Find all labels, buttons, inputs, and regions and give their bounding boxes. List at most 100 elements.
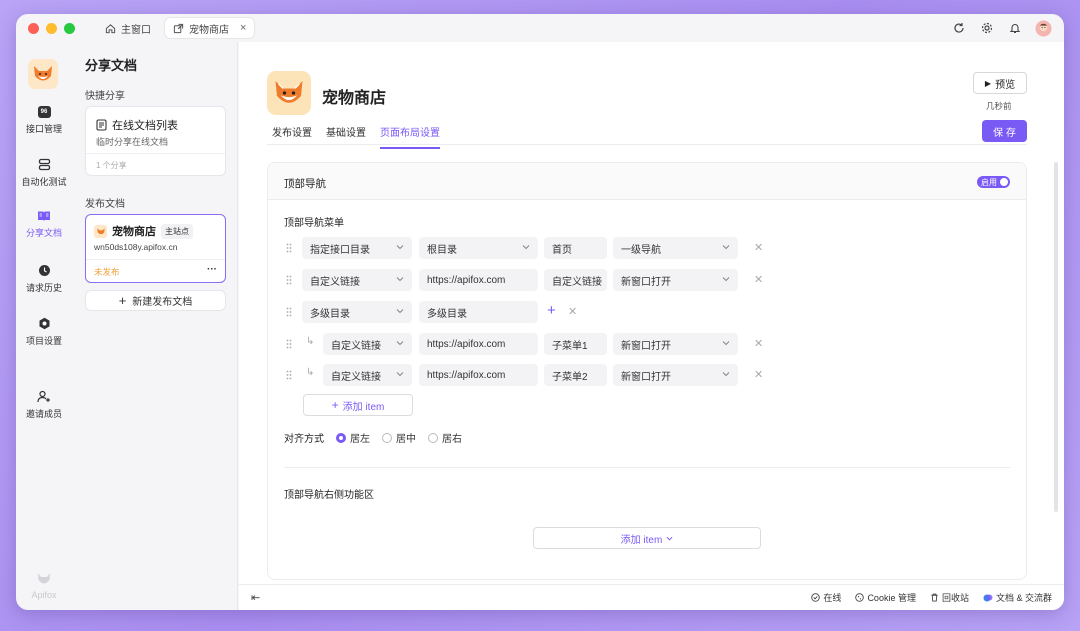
rail-item-invite-members[interactable]: 邀请成员 [16, 390, 72, 420]
menu-label: 顶部导航菜单 [284, 218, 344, 229]
button-label: 添加 item [342, 401, 385, 413]
close-tab-icon[interactable]: × [240, 22, 246, 34]
name-input[interactable]: 多级目录 [419, 301, 538, 323]
add-submenu-icon[interactable]: + [547, 302, 556, 319]
drag-handle-icon[interactable] [286, 243, 292, 253]
type-select[interactable]: 自定义链接 [323, 364, 412, 386]
rail-item-request-history[interactable]: 请求历史 [16, 264, 72, 294]
name-input[interactable]: 自定义链接 [544, 269, 607, 291]
delete-row-icon[interactable]: ✕ [754, 368, 763, 381]
align-label: 对齐方式 [284, 434, 324, 445]
radio-circle [336, 432, 346, 443]
cookie-icon [855, 593, 865, 602]
home-icon [105, 23, 116, 33]
check-circle-icon [811, 593, 821, 602]
menu-row: 多级目录 多级目录 + ✕ [268, 301, 1028, 323]
target-input[interactable]: https://apifox.com [419, 364, 538, 386]
drag-handle-icon[interactable] [286, 339, 292, 349]
chevron-down-icon [666, 536, 673, 540]
cookie-manager[interactable]: Cookie 管理 [855, 591, 916, 604]
trash-bin[interactable]: 回收站 [930, 591, 969, 604]
chevron-down-icon [722, 245, 730, 250]
rail-label: 请求历史 [25, 283, 62, 293]
name-input[interactable]: 子菜单2 [544, 364, 607, 386]
select-value: 新窗口打开 [621, 340, 671, 352]
mode-select[interactable]: 一级导航 [613, 237, 738, 259]
collapse-sidebar-icon[interactable]: ⇤ [251, 591, 260, 604]
tab-layout-settings[interactable]: 页面布局设置 [380, 124, 440, 149]
rail-item-share-docs[interactable]: 分享文档 [16, 210, 72, 239]
submenu-row: ↳ 自定义链接 https://apifox.com 子菜单2 新窗口打开 ✕ [268, 364, 1028, 386]
delete-row-icon[interactable]: ✕ [754, 273, 763, 286]
drag-handle-icon[interactable] [286, 275, 292, 285]
page-tabs: 发布设置 基础设置 页面布局设置 [272, 124, 440, 149]
published-doc-card[interactable]: 宠物商店 主站点 wn50ds108y.apifox.cn 未发布 ··· [85, 214, 226, 283]
delete-row-icon[interactable]: ✕ [754, 337, 763, 350]
project-logo-icon[interactable] [28, 59, 58, 89]
left-rail: 96 接口管理 自动化测试 分享文档 请求历史 项目设置 邀请成员 Apifox [16, 42, 72, 610]
delete-row-icon[interactable]: ✕ [568, 305, 577, 318]
target-input[interactable]: https://apifox.com [419, 269, 538, 291]
mode-select[interactable]: 新窗口打开 [613, 333, 738, 355]
window-controls [28, 22, 75, 34]
footer-label: 回收站 [941, 593, 969, 603]
more-options-icon[interactable]: ··· [207, 264, 217, 275]
radio-label: 居中 [396, 434, 416, 445]
mode-select[interactable]: 新窗口打开 [613, 364, 738, 386]
name-input[interactable]: 首页 [544, 237, 607, 259]
mode-select[interactable]: 新窗口打开 [613, 269, 738, 291]
bell-icon[interactable] [1006, 19, 1024, 37]
docs-community[interactable]: 文档 & 交流群 [983, 591, 1052, 604]
type-select[interactable]: 指定接口目录 [302, 237, 412, 259]
drag-handle-icon[interactable] [286, 370, 292, 380]
toggle-knob [1000, 178, 1008, 186]
minimize-window-button[interactable] [46, 22, 57, 34]
scrollbar[interactable] [1054, 162, 1058, 512]
rail-item-project-settings[interactable]: 项目设置 [16, 317, 72, 347]
maximize-window-button[interactable] [64, 22, 75, 34]
radio-label: 居右 [442, 434, 462, 445]
save-button[interactable]: 保 存 [982, 120, 1027, 142]
main-site-tag: 主站点 [161, 223, 193, 239]
name-input[interactable]: 子菜单1 [544, 333, 607, 355]
new-publish-doc-button[interactable]: + 新建发布文档 [85, 290, 226, 311]
refresh-icon[interactable] [950, 19, 968, 37]
input-value: 子菜单2 [552, 371, 588, 383]
align-right-radio[interactable]: 居右 [428, 430, 462, 445]
tab-publish-settings[interactable]: 发布设置 [272, 124, 312, 149]
close-window-button[interactable] [28, 22, 39, 34]
title-bar: 主窗口 宠物商店 × [16, 14, 1064, 42]
tab-basic-settings[interactable]: 基础设置 [326, 124, 366, 149]
tab-pet-store[interactable]: 宠物商店 × [165, 18, 255, 38]
target-select[interactable]: 根目录 [419, 237, 538, 259]
type-select[interactable]: 多级目录 [302, 301, 412, 323]
add-right-item-dropdown[interactable]: 添加 item [533, 527, 761, 549]
chevron-down-icon [396, 372, 404, 377]
fox-icon [94, 224, 107, 238]
type-select[interactable]: 自定义链接 [302, 269, 412, 291]
chevron-down-icon [722, 372, 730, 377]
drag-handle-icon[interactable] [286, 307, 292, 317]
preview-button[interactable]: ▶ 预览 [973, 72, 1027, 94]
tab-label: 主窗口 [121, 24, 151, 36]
chevron-down-icon [396, 277, 404, 282]
user-avatar[interactable] [1034, 19, 1052, 37]
align-left-radio[interactable]: 居左 [336, 430, 370, 445]
enable-toggle[interactable]: 启用 [977, 176, 1010, 188]
delete-row-icon[interactable]: ✕ [754, 241, 763, 254]
rail-item-api-management[interactable]: 96 接口管理 [16, 106, 72, 135]
online-status[interactable]: 在线 [811, 591, 841, 604]
add-menu-item-button[interactable]: + 添加 item [303, 394, 413, 416]
settings-gear-icon[interactable] [978, 19, 996, 37]
footer-label: Cookie 管理 [867, 593, 916, 603]
target-input[interactable]: https://apifox.com [419, 333, 538, 355]
book-icon [38, 211, 50, 221]
select-value: 新窗口打开 [621, 276, 671, 288]
type-select[interactable]: 自定义链接 [323, 333, 412, 355]
align-center-radio[interactable]: 居中 [382, 430, 416, 445]
tab-main-window[interactable]: 主窗口 [97, 18, 159, 38]
add-user-icon [37, 390, 50, 403]
nested-arrow-icon: ↳ [306, 367, 315, 378]
rail-item-automation-test[interactable]: 自动化测试 [16, 158, 72, 188]
online-doc-list-card[interactable]: 在线文档列表 临时分享在线文档 1 个分享 [85, 106, 226, 176]
